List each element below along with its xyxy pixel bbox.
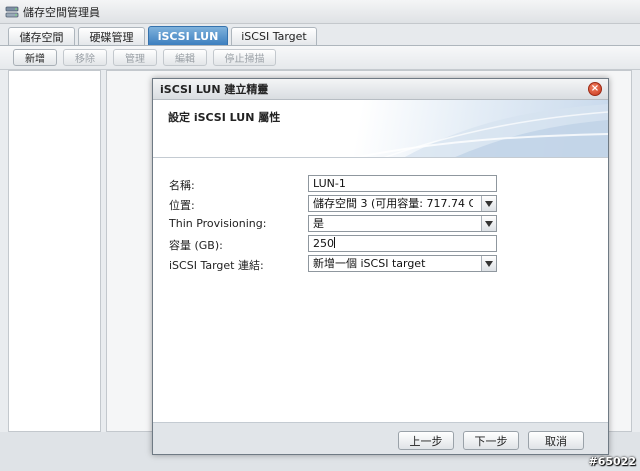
tab-disk-management[interactable]: 硬碟管理 — [78, 27, 145, 45]
name-input[interactable]: LUN-1 — [308, 175, 497, 192]
iscsi-target-value: 新增一個 iSCSI target — [313, 257, 426, 270]
thin-provisioning-label: Thin Provisioning: — [169, 217, 267, 230]
stop-scan-button[interactable]: 停止掃描 — [213, 49, 276, 66]
capacity-value: 250 — [313, 237, 334, 250]
cancel-button[interactable]: 取消 — [528, 431, 584, 450]
storage-manager-icon — [5, 5, 19, 19]
location-select[interactable]: 儲存空間 3 (可用容量: 717.74 GB) — [308, 195, 497, 212]
next-button[interactable]: 下一步 — [463, 431, 519, 450]
capacity-input[interactable]: 250 — [308, 235, 497, 252]
dialog-header-banner: 設定 iSCSI LUN 屬性 — [153, 100, 608, 158]
name-row: 名稱: LUN-1 — [153, 175, 608, 193]
iscsi-target-row: iSCSI Target 連結: 新增一個 iSCSI target — [153, 255, 608, 273]
location-select-value: 儲存空間 3 (可用容量: 717.74 GB) — [313, 197, 473, 210]
close-icon[interactable]: × — [588, 82, 602, 96]
lun-list-pane[interactable] — [8, 70, 101, 432]
thin-provisioning-value: 是 — [313, 217, 324, 230]
tab-iscsi-target[interactable]: iSCSI Target — [231, 27, 317, 45]
manage-button[interactable]: 管理 — [113, 49, 157, 66]
tab-bar: 儲存空間 硬碟管理 iSCSI LUN iSCSI Target — [0, 24, 640, 46]
toolbar: 新增 移除 管理 編輯 停止掃描 — [0, 46, 640, 70]
dialog-footer: 上一步 下一步 取消 — [153, 422, 608, 454]
capacity-row: 容量 (GB): 250 — [153, 235, 608, 253]
thin-provisioning-row: Thin Provisioning: 是 — [153, 215, 608, 233]
tab-iscsi-lun[interactable]: iSCSI LUN — [148, 26, 228, 45]
chevron-down-icon[interactable] — [481, 216, 496, 231]
back-button[interactable]: 上一步 — [398, 431, 454, 450]
chevron-down-icon[interactable] — [481, 256, 496, 271]
location-row: 位置: 儲存空間 3 (可用容量: 717.74 GB) — [153, 195, 608, 213]
remove-button[interactable]: 移除 — [63, 49, 107, 66]
dialog-titlebar[interactable]: iSCSI LUN 建立精靈 × — [153, 79, 608, 100]
app-title: 儲存空間管理員 — [23, 5, 100, 19]
add-button[interactable]: 新增 — [13, 49, 57, 66]
app-titlebar: 儲存空間管理員 — [0, 0, 640, 24]
iscsi-lun-wizard-dialog: iSCSI LUN 建立精靈 × 設定 iSCSI LUN 屬性 名稱: LUN… — [152, 78, 609, 455]
name-label: 名稱: — [169, 179, 195, 192]
tab-storage-space[interactable]: 儲存空間 — [8, 27, 75, 45]
iscsi-target-label: iSCSI Target 連結: — [169, 259, 264, 272]
edit-button[interactable]: 編輯 — [163, 49, 207, 66]
text-cursor — [334, 237, 335, 248]
dialog-subtitle: 設定 iSCSI LUN 屬性 — [168, 111, 281, 124]
dialog-title: iSCSI LUN 建立精靈 — [160, 83, 269, 96]
iscsi-target-select[interactable]: 新增一個 iSCSI target — [308, 255, 497, 272]
watermark-label: #65022 — [588, 455, 637, 468]
capacity-label: 容量 (GB): — [169, 239, 223, 252]
chevron-down-icon[interactable] — [481, 196, 496, 211]
thin-provisioning-select[interactable]: 是 — [308, 215, 497, 232]
location-label: 位置: — [169, 199, 195, 212]
